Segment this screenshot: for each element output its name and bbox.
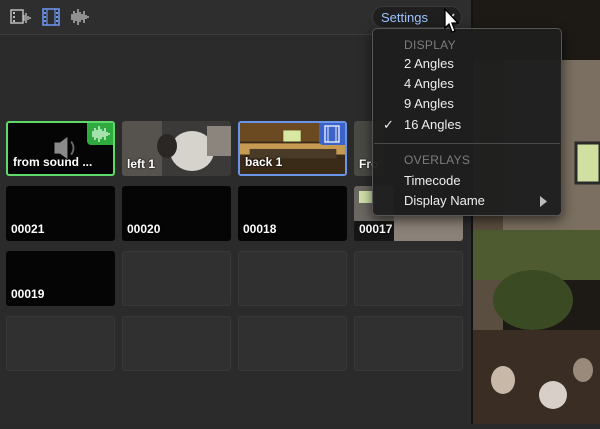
menu-item-2-angles[interactable]: 2 Angles	[374, 54, 560, 74]
menu-separator	[374, 143, 560, 144]
angle-label: 00017	[359, 222, 393, 236]
menu-item-4-angles[interactable]: 4 Angles	[374, 74, 560, 94]
menu-item-label: 2 Angles	[404, 56, 454, 71]
submenu-arrow-icon	[540, 196, 547, 207]
angle-label: 00018	[243, 222, 277, 236]
angle-label: from sound ...	[13, 155, 93, 169]
menu-item-label: Display Name	[404, 193, 485, 208]
empty-angle-cell	[354, 316, 463, 371]
angle-cell[interactable]: 00019	[6, 251, 115, 306]
menu-item-timecode[interactable]: Timecode	[374, 171, 560, 191]
empty-angle-cell	[122, 316, 231, 371]
menu-item-label: 4 Angles	[404, 76, 454, 91]
film-strip-icon	[319, 123, 345, 145]
audio-switch-icon[interactable]	[68, 7, 90, 27]
angle-cell[interactable]: left 1	[122, 121, 231, 176]
angle-label: left 1	[127, 157, 156, 171]
angle-cell[interactable]: 00021	[6, 186, 115, 241]
angle-cell[interactable]: from sound ...	[6, 121, 115, 176]
empty-angle-cell	[122, 251, 231, 306]
empty-angle-cell	[354, 251, 463, 306]
audio-waveform-icon	[87, 123, 113, 145]
video-audio-switch-icon[interactable]	[10, 7, 32, 27]
empty-angle-cell	[238, 316, 347, 371]
mouse-cursor-icon	[444, 8, 460, 33]
overlays-section-header: OVERLAYS	[404, 153, 471, 167]
display-section-header: DISPLAY	[404, 38, 456, 52]
checkmark-icon: ✓	[383, 117, 394, 132]
angle-cell[interactable]: back 1	[238, 121, 347, 176]
settings-menu: DISPLAY 2 Angles 4 Angles 9 Angles ✓ 16 …	[372, 28, 562, 216]
angle-label: 00020	[127, 222, 161, 236]
menu-item-label: 16 Angles	[404, 117, 462, 132]
angle-label: 00019	[11, 287, 45, 301]
menu-item-9-angles[interactable]: 9 Angles	[374, 94, 560, 114]
angle-cell[interactable]: 00020	[122, 186, 231, 241]
menu-item-16-angles[interactable]: ✓ 16 Angles	[374, 115, 560, 135]
angle-label: back 1	[245, 155, 283, 169]
video-switch-icon[interactable]	[41, 7, 63, 27]
menu-item-label: Timecode	[404, 173, 461, 188]
menu-item-display-name[interactable]: Display Name	[374, 191, 560, 211]
menu-item-label: 9 Angles	[404, 96, 454, 111]
settings-label: Settings	[381, 10, 428, 25]
angle-cell[interactable]: 00018	[238, 186, 347, 241]
empty-angle-cell	[6, 316, 115, 371]
angle-label: 00021	[11, 222, 45, 236]
empty-angle-cell	[238, 251, 347, 306]
